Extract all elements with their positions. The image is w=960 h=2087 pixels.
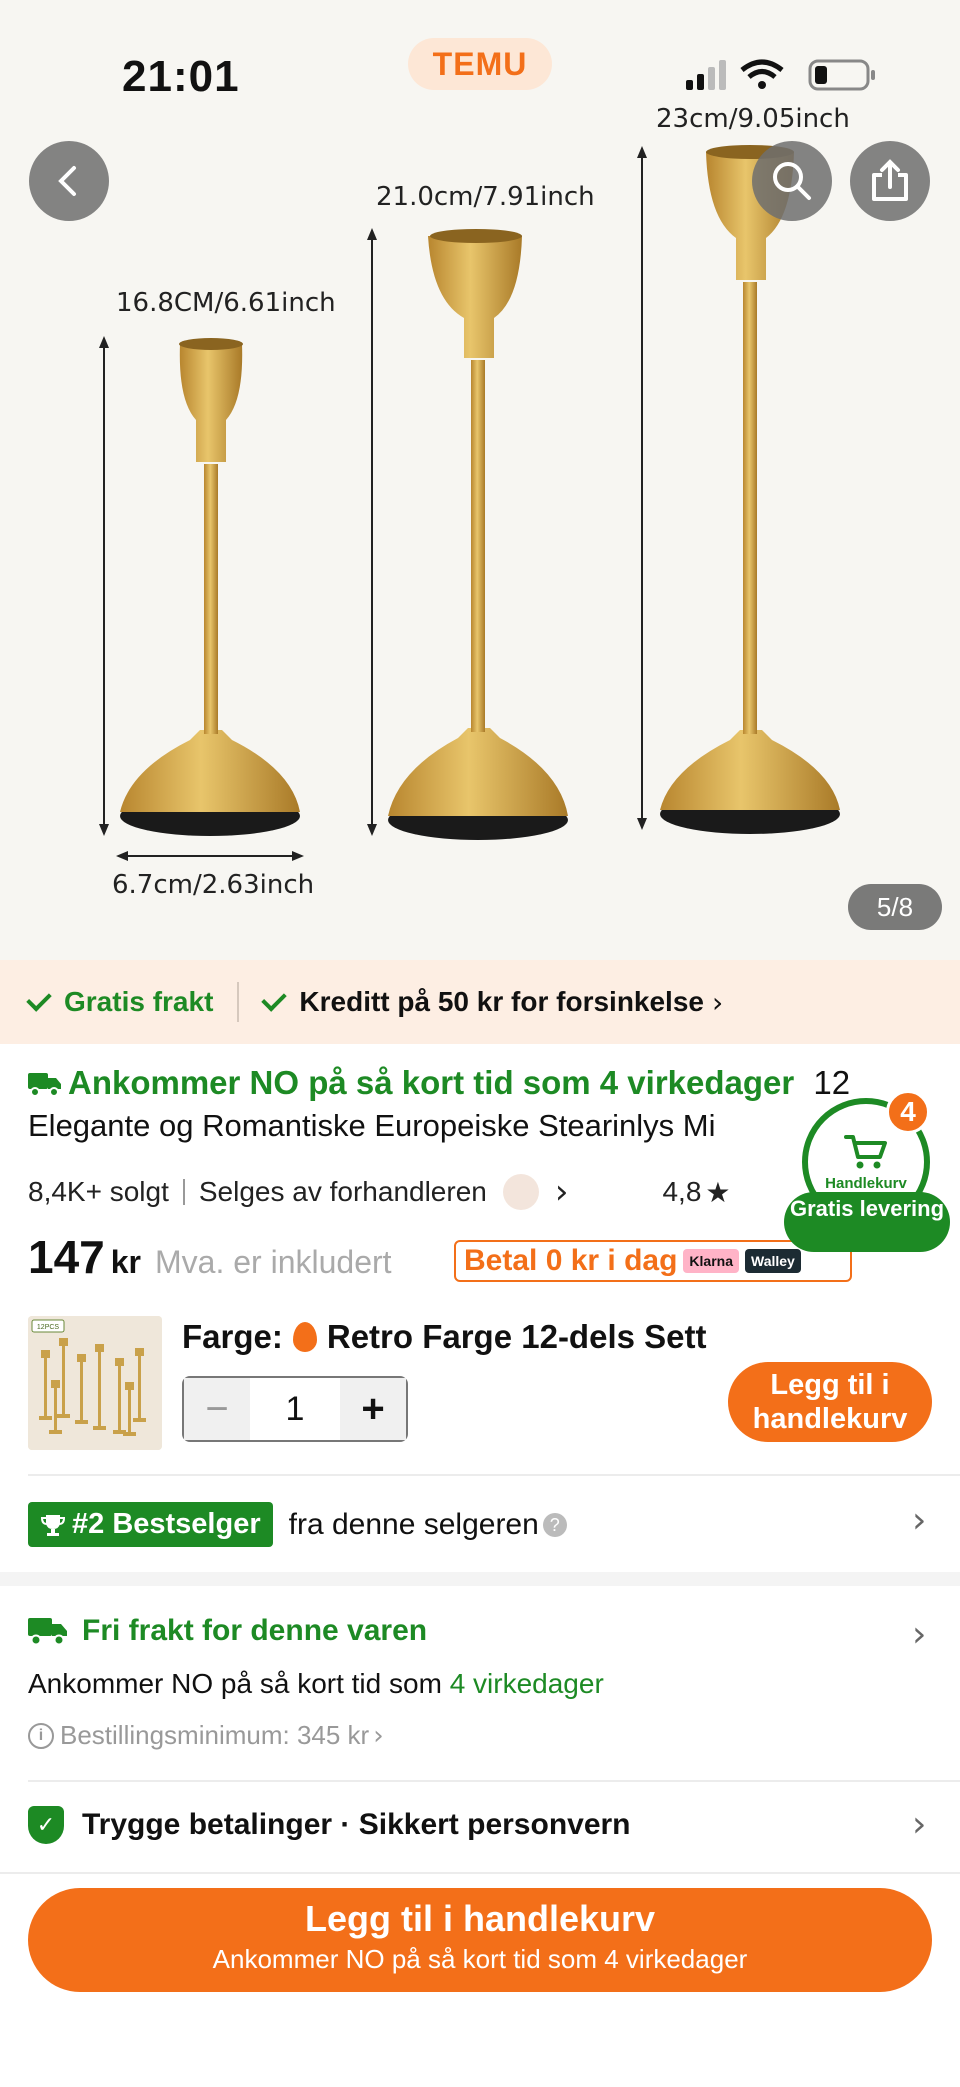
security-text: Trygge betalinger · Sikkert personvern	[82, 1808, 631, 1841]
shield-check-icon: ✓	[28, 1806, 64, 1844]
info-icon: i	[28, 1722, 54, 1749]
security-row[interactable]: ✓ Trygge betalinger · Sikkert personvern	[28, 1806, 631, 1844]
vat-note: Mva. er inkludert	[155, 1244, 392, 1280]
minimum-order-row[interactable]: i Bestillingsminimum: 345 kr ›	[28, 1720, 384, 1751]
increase-button[interactable]: +	[340, 1378, 406, 1440]
shipping-arrival-prefix: Ankommer NO på så kort tid som	[28, 1668, 442, 1699]
back-icon	[58, 166, 76, 196]
sold-count: 8,4K+ solgt	[28, 1176, 169, 1207]
section-gap	[0, 1572, 960, 1586]
dimension-label-tall: 23cm/9.05inch	[656, 104, 850, 134]
divider	[0, 1872, 960, 1874]
product-title: Elegante og Romantiske Europeiske Steari…	[28, 1108, 716, 1143]
variant-tag: 12PCS	[37, 1324, 60, 1331]
brand-logo: TEMU	[408, 38, 552, 90]
check-icon	[26, 986, 52, 1012]
klarna-logo: Klarna	[683, 1249, 739, 1273]
rating-value: 4,8	[662, 1176, 702, 1207]
product-title-block[interactable]: Ankommer NO på så kort tid som 4 virkeda…	[28, 1064, 908, 1144]
cart-count-badge: 4	[886, 1090, 930, 1134]
color-value: Retro Farge 12-dels Sett	[326, 1318, 707, 1355]
star-icon: ★	[705, 1175, 731, 1209]
title-prefix: 12	[813, 1064, 851, 1101]
shipping-arrival: Ankommer NO på så kort tid som 4 virkeda…	[28, 1668, 604, 1700]
pay-later-badge[interactable]: Betal 0 kr i dag Klarna Walley	[454, 1240, 852, 1282]
minimum-order: Bestillingsminimum: 345 kr	[60, 1720, 370, 1750]
check-icon	[261, 986, 288, 1012]
dimension-label-medium: 21.0cm/7.91inch	[376, 182, 595, 212]
share-icon	[872, 159, 908, 201]
chevron-right-icon[interactable]: ›	[912, 1614, 926, 1655]
seller-text: Selges av forhandleren	[198, 1176, 487, 1207]
pay-today-text: Betal 0 kr i dag	[464, 1244, 678, 1277]
dimension-label-base: 6.7cm/2.63inch	[112, 870, 315, 900]
credit-benefit: Kreditt på 50 kr for forsinkelse	[299, 986, 704, 1017]
flame-icon	[292, 1322, 317, 1352]
shipping-title-row[interactable]: Fri frakt for denne varen	[28, 1614, 427, 1648]
divider	[28, 1474, 960, 1476]
dimension-label-small: 16.8CM/6.61inch	[116, 288, 336, 318]
search-icon	[773, 162, 811, 200]
add-to-cart-button[interactable]: Legg til i handlekurv Ankommer NO på så …	[28, 1888, 932, 1992]
seller-logo	[502, 1174, 539, 1210]
back-button[interactable]	[29, 141, 109, 221]
divider	[237, 982, 240, 1022]
add-to-cart-label: Legg til i handlekurv	[304, 1898, 656, 1939]
product-gallery[interactable]: 16.8CM/6.61inch 21.0cm/7.91inch 23cm/9.0…	[0, 0, 960, 960]
free-delivery-pill: Gratis levering	[784, 1192, 950, 1252]
gallery-page-indicator: 5/8	[848, 884, 942, 930]
variant-color-row[interactable]: Farge: Retro Farge 12-dels Sett	[182, 1318, 706, 1356]
cart-icon	[844, 1134, 887, 1168]
status-time: 21:01	[122, 52, 240, 101]
shipping-title: Fri frakt for denne varen	[82, 1614, 428, 1647]
bestseller-badge: #2 Bestselger	[28, 1502, 273, 1547]
bestseller-badge-text: #2 Bestselger	[72, 1508, 261, 1540]
truck-icon	[28, 1073, 61, 1097]
help-icon[interactable]: ?	[542, 1512, 567, 1537]
trophy-icon	[40, 1514, 66, 1536]
bestseller-row[interactable]: #2 Bestselger fra denne selgeren ?	[28, 1502, 567, 1547]
quantity-stepper[interactable]: − 1 +	[182, 1376, 408, 1442]
decrease-button[interactable]: −	[184, 1378, 250, 1440]
share-button[interactable]	[850, 141, 930, 221]
quantity-value[interactable]: 1	[250, 1390, 340, 1429]
chevron-right-icon: ›	[373, 1720, 384, 1751]
variant-thumbnail[interactable]: 12PCS	[28, 1316, 162, 1450]
arrival-text: Ankommer NO på så kort tid som 4 virkeda…	[68, 1064, 795, 1101]
divider	[28, 1780, 960, 1782]
candle-holders-image	[99, 145, 840, 861]
add-to-cart-small-button[interactable]: Legg til i handlekurv	[728, 1362, 932, 1442]
price-row: 147 kr Mva. er inkludert	[28, 1230, 392, 1284]
shipping-arrival-days: 4 virkedager	[449, 1668, 604, 1699]
price-currency: kr	[110, 1244, 141, 1280]
chevron-right-icon[interactable]: ›	[912, 1500, 926, 1541]
price: 147	[28, 1231, 105, 1283]
free-shipping-benefit: Gratis frakt	[64, 986, 214, 1017]
benefits-banner[interactable]: Gratis frakt Kreditt på 50 kr for forsin…	[0, 960, 960, 1044]
chevron-right-icon[interactable]: ›	[912, 1804, 926, 1845]
variant-image: 12PCS	[28, 1316, 162, 1450]
search-button[interactable]	[752, 141, 832, 221]
color-label: Farge:	[182, 1318, 283, 1355]
arrival-line: Ankommer NO på så kort tid som 4 virkeda…	[28, 1064, 908, 1102]
status-icons	[686, 59, 875, 91]
divider	[182, 1179, 185, 1205]
cart-label: Handlekurv	[825, 1174, 907, 1192]
bestseller-text: fra denne selgeren	[288, 1507, 539, 1541]
truck-icon	[28, 1618, 67, 1646]
chevron-right-icon: ›	[554, 1172, 569, 1212]
walley-logo: Walley	[745, 1249, 801, 1273]
add-to-cart-sublabel: Ankommer NO på så kort tid som 4 virkeda…	[212, 1944, 748, 1974]
chevron-right-icon: ›	[711, 985, 724, 1019]
